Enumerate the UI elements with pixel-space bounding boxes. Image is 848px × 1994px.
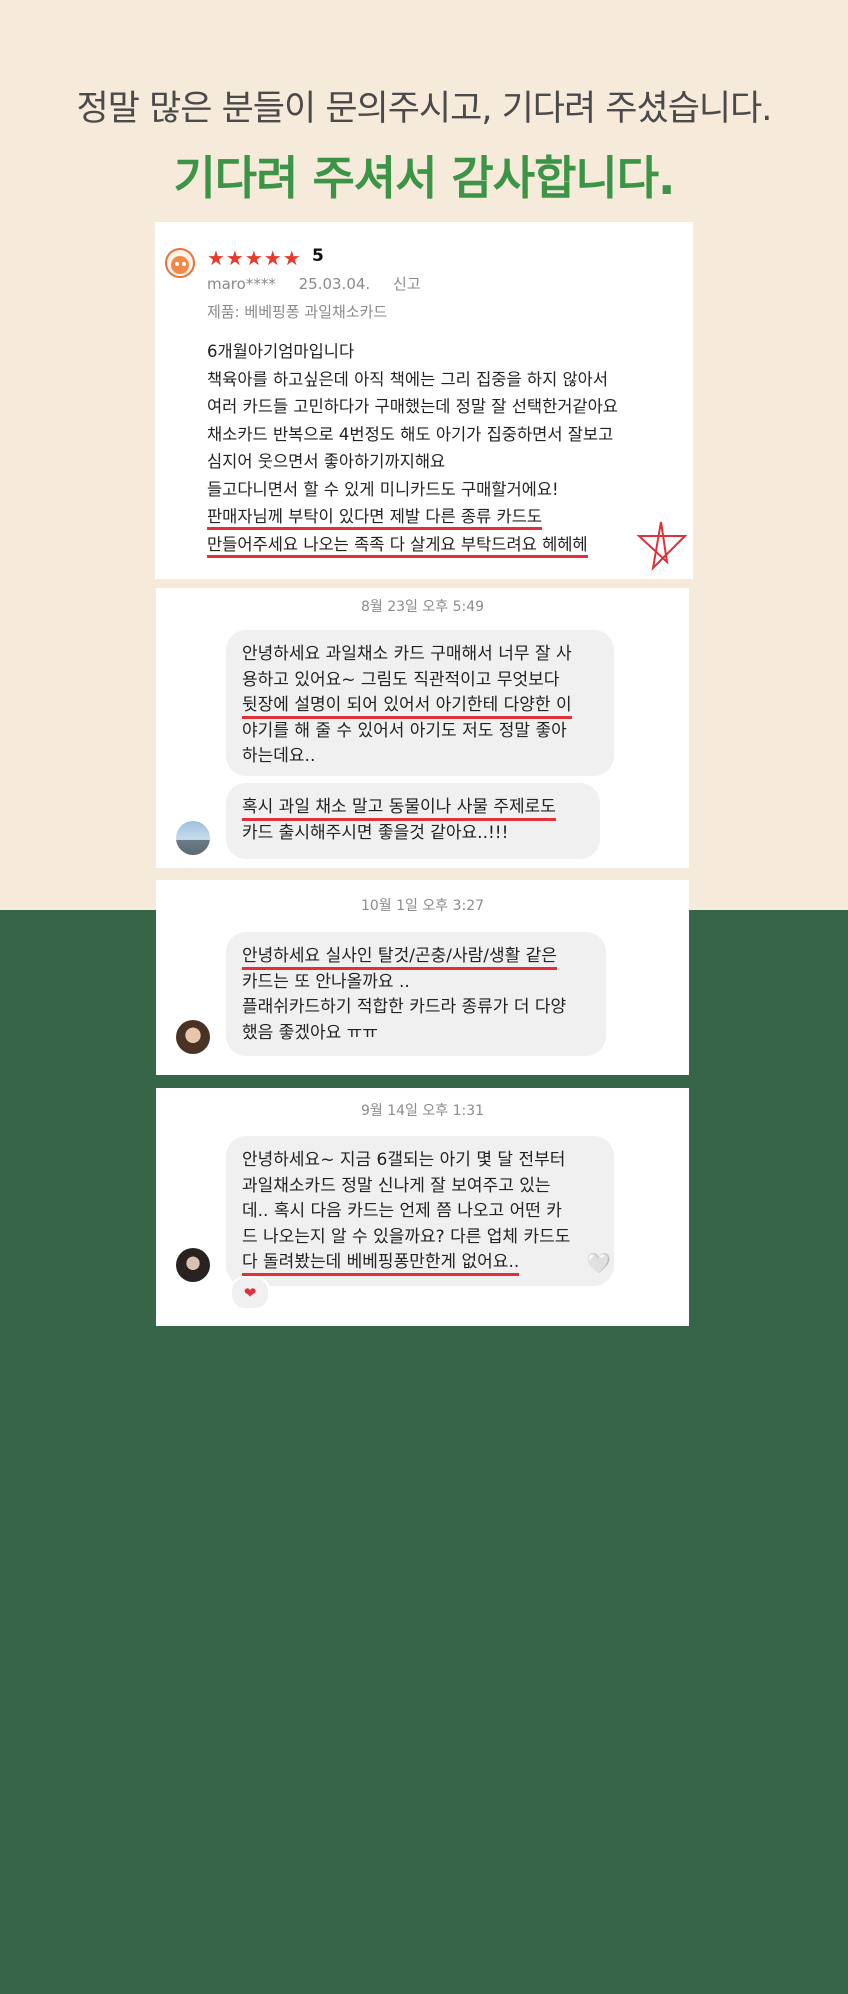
bubble-line: 카드 출시해주시면 좋을것 같아요..!!! [242, 822, 509, 843]
user-avatar [176, 821, 210, 855]
chat-bubble: 혹시 과일 채소 말고 동물이나 사물 주제로도 카드 출시해주시면 좋을것 같… [226, 783, 600, 859]
review-meta: maro**** 25.03.04. 신고 [207, 273, 439, 294]
headline-subtitle: 정말 많은 분들이 문의주시고, 기다려 주셨습니다. [76, 89, 773, 129]
bubble-line-highlighted: 안녕하세요 실사인 탈것/곤충/사람/생활 같은 [242, 946, 557, 970]
bubble-line: 안녕하세요~ 지금 6갤되는 아기 몇 달 전부터 [242, 1150, 566, 1170]
headline-title: 기다려 주셔서 감사합니다. [173, 151, 675, 205]
chat-timestamp: 8월 23일 오후 5:49 [360, 599, 485, 615]
fox-avatar-icon [165, 248, 195, 278]
review-card: ★★★★★ 5 maro**** 25.03.04. 신고 제품: 베베핑퐁 과… [155, 222, 693, 579]
bubble-line: 야기를 해 줄 수 있어서 아기도 저도 정말 좋아 [242, 720, 567, 741]
user-avatar [176, 1020, 210, 1054]
bubble-line: 드 나오는지 알 수 있을까요? 다른 업체 카드도 [242, 1226, 571, 1247]
review-line: 심지어 웃으면서 좋아하기까지해요 [207, 452, 446, 471]
review-line: 들고다니면서 할 수 있게 미니카드도 구매할거에요! [207, 479, 559, 499]
chat-card-1: 8월 23일 오후 5:49 안녕하세요 과일채소 카드 구매해서 너무 잘 사… [156, 588, 689, 868]
bubble-line-highlighted: 혹시 과일 채소 말고 동물이나 사물 주제로도 [242, 797, 556, 821]
bubble-line: 과일채소카드 정말 신나게 잘 보여주고 있는 [242, 1175, 551, 1196]
chat-timestamp: 10월 1일 오후 3:27 [360, 898, 485, 914]
review-user: maro**** [207, 275, 276, 293]
chat-bubble: 안녕하세요 실사인 탈것/곤충/사람/생활 같은 카드는 또 안나올까요 .. … [226, 932, 606, 1056]
bubble-line: 안녕하세요 과일채소 카드 구매해서 너무 잘 사 [242, 644, 572, 664]
chat-bubble: 안녕하세요~ 지금 6갤되는 아기 몇 달 전부터 과일채소카드 정말 신나게 … [226, 1136, 614, 1286]
bubble-line: 플래쉬카드하기 적합한 카드라 종류가 더 다양 [242, 997, 567, 1017]
review-date: 25.03.04. [298, 275, 371, 293]
chat-bubble: 안녕하세요 과일채소 카드 구매해서 너무 잘 사 용하고 있어요~ 그림도 직… [226, 630, 614, 776]
review-line-highlighted: 만들어주세요 나오는 족족 다 살게요 부탁드려요 헤헤헤 [207, 534, 588, 558]
bubble-line-highlighted: 뒷장에 설명이 되어 있어서 아기한테 다양한 이 [242, 695, 572, 719]
bubble-line: 카드는 또 안나올까요 .. [242, 971, 410, 992]
bubble-line: 데.. 혹시 다음 카드는 언제 쯤 나오고 어떤 카 [242, 1201, 562, 1221]
star-doodle-icon [636, 521, 688, 571]
review-line: 채소카드 반복으로 4번정도 해도 아기가 집중하면서 잘보고 [207, 424, 614, 444]
white-heart-icon: 🤍 [586, 1251, 611, 1275]
bubble-line-highlighted: 다 돌려봤는데 베베핑퐁만한게 없어요.. [242, 1252, 520, 1276]
review-line: 책육아를 하고싶은데 아직 책에는 그리 집중을 하지 않아서 [207, 369, 609, 389]
report-link[interactable]: 신고 [393, 275, 421, 293]
bubble-line: 하는데요.. [242, 746, 316, 766]
review-product: 제품: 베베핑퐁 과일채소카드 [207, 303, 388, 321]
bubble-line: 용하고 있어요~ 그림도 직관적이고 무엇보다 [242, 669, 560, 690]
bubble-line: 했음 좋겠아요 ㅠㅠ [242, 1022, 378, 1043]
heart-reaction-icon[interactable]: ❤ [230, 1276, 270, 1310]
rating-stars: ★★★★★ [207, 246, 302, 270]
chat-card-3: 9월 14일 오후 1:31 안녕하세요~ 지금 6갤되는 아기 몇 달 전부터… [156, 1088, 689, 1326]
chat-card-2: 10월 1일 오후 3:27 안녕하세요 실사인 탈것/곤충/사람/생활 같은 … [156, 880, 689, 1075]
review-line: 여러 카드들 고민하다가 구매했는데 정말 잘 선택한거같아요 [207, 397, 618, 416]
user-avatar [176, 1248, 210, 1282]
review-line-highlighted: 판매자님께 부탁이 있다면 제발 다른 종류 카드도 [207, 507, 543, 530]
review-text: 6개월아기엄마입니다 책육아를 하고싶은데 아직 책에는 그리 집중을 하지 않… [207, 338, 687, 558]
chat-timestamp: 9월 14일 오후 1:31 [360, 1103, 485, 1119]
rating-score: 5 [312, 246, 324, 266]
review-line: 6개월아기엄마입니다 [207, 342, 355, 361]
